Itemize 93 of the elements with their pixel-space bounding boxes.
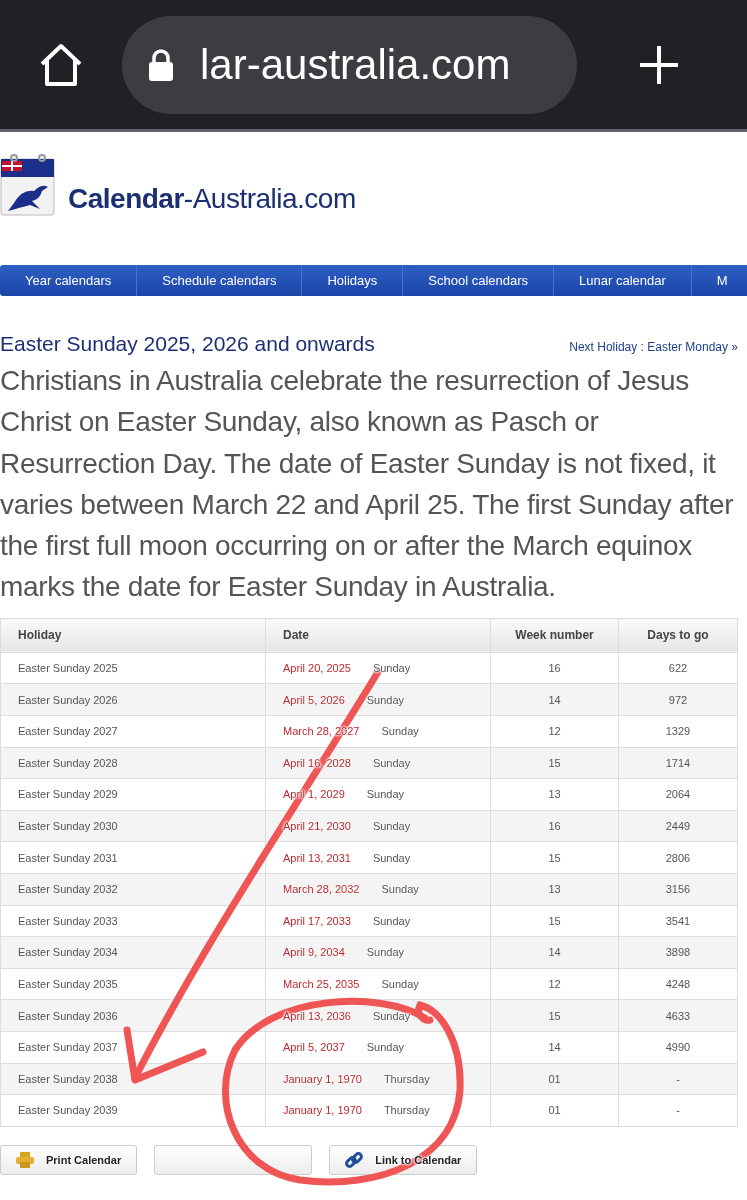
week-number-cell: 14 — [490, 683, 619, 716]
week-number-cell: 14 — [490, 1031, 619, 1063]
holiday-cell: Easter Sunday 2027 — [0, 715, 266, 748]
nav-link[interactable]: School calendars — [403, 265, 555, 296]
week-number-cell: 01 — [490, 1063, 619, 1095]
date-text: April 13, 2031 — [283, 851, 351, 864]
days-to-go-cell: - — [618, 1094, 738, 1127]
weekday-text: Sunday — [366, 788, 405, 801]
days-to-go-cell: 2806 — [618, 841, 738, 874]
lock-icon — [148, 47, 174, 82]
weekday-text: Sunday — [381, 725, 419, 738]
date-text: March 25, 2035 — [283, 978, 360, 990]
weekday-text: Sunday — [366, 1041, 405, 1054]
week-number-cell: 15 — [490, 905, 619, 937]
weekday-text: Sunday — [372, 662, 411, 675]
week-number-cell: 15 — [490, 999, 619, 1032]
date-text: April 5, 2026 — [283, 693, 345, 706]
holiday-cell: Easter Sunday 2026 — [0, 683, 266, 716]
home-icon[interactable] — [38, 41, 84, 88]
holiday-cell: Easter Sunday 2034 — [0, 936, 266, 969]
week-number-cell: 15 — [490, 841, 619, 874]
printer-icon — [16, 1151, 34, 1168]
date-text: March 28, 2032 — [283, 883, 360, 896]
week-number-cell: 16 — [490, 652, 619, 684]
weekday-text: Sunday — [372, 756, 411, 769]
holiday-cell: Easter Sunday 2039 — [0, 1094, 266, 1127]
chain-link-icon — [345, 1150, 364, 1169]
weekday-text: Sunday — [372, 820, 411, 833]
days-to-go-cell: 2064 — [618, 778, 738, 811]
holiday-cell: Easter Sunday 2033 — [0, 905, 266, 937]
column-header: Holiday — [0, 618, 266, 653]
url-text: lar-australia.com — [200, 40, 511, 89]
weekday-text: Sunday — [381, 883, 419, 896]
week-number-cell: 14 — [490, 936, 619, 969]
holiday-cell: Easter Sunday 2028 — [0, 747, 266, 779]
week-number-cell: 16 — [490, 810, 619, 842]
column-header: Week number — [490, 618, 619, 653]
blank-button[interactable] — [154, 1144, 313, 1175]
date-text: April 20, 2025 — [283, 662, 351, 675]
holiday-cell: Easter Sunday 2032 — [0, 873, 266, 906]
weekday-text: Sunday — [381, 978, 419, 990]
holiday-cell: Easter Sunday 2025 — [0, 652, 266, 684]
logo-icon — [0, 153, 56, 217]
nav-link[interactable]: Year calendars — [0, 265, 138, 296]
column-header: Date — [265, 618, 491, 653]
weekday-text: Sunday — [372, 914, 411, 927]
weekday-text: Sunday — [372, 851, 411, 864]
column-header: Days to go — [618, 618, 738, 653]
weekday-text: Thursday — [383, 1072, 430, 1085]
next-holiday-link[interactable]: Next Holiday : Easter Monday » — [569, 340, 738, 354]
holiday-cell: Easter Sunday 2037 — [0, 1031, 266, 1063]
holiday-cell: Easter Sunday 2030 — [0, 810, 266, 842]
holiday-cell: Easter Sunday 2029 — [0, 778, 266, 811]
address-bar[interactable]: lar-australia.com — [122, 15, 577, 114]
date-text: April 17, 2033 — [283, 914, 351, 927]
nav-link[interactable]: Lunar calendar — [554, 265, 692, 296]
days-to-go-cell: 3541 — [618, 905, 738, 937]
print-calendar-button[interactable]: Print Calendar — [0, 1144, 138, 1175]
holiday-cell: Easter Sunday 2035 — [0, 968, 266, 1000]
site-logo-text[interactable]: Calendar-Australia.com — [68, 183, 356, 215]
days-to-go-cell: - — [618, 1063, 738, 1095]
nav-link[interactable]: M — [691, 265, 747, 296]
nav-link[interactable]: Schedule calendars — [137, 265, 303, 296]
days-to-go-cell: 1714 — [618, 747, 738, 779]
week-number-cell: 15 — [490, 747, 619, 779]
days-to-go-cell: 972 — [618, 683, 738, 716]
holiday-cell: Easter Sunday 2031 — [0, 841, 266, 874]
week-number-cell: 12 — [490, 968, 619, 1000]
week-number-cell: 13 — [490, 778, 619, 811]
week-number-cell: 13 — [490, 873, 619, 906]
days-to-go-cell: 4248 — [618, 968, 738, 1000]
days-to-go-cell: 1329 — [618, 715, 738, 748]
date-text: April 13, 2036 — [283, 1009, 351, 1022]
days-to-go-cell: 3156 — [618, 873, 738, 906]
date-text: January 1, 1970 — [283, 1072, 362, 1085]
days-to-go-cell: 4990 — [618, 1031, 738, 1063]
date-text: January 1, 1970 — [283, 1104, 362, 1117]
days-to-go-cell: 2449 — [618, 810, 738, 842]
date-text: April 5, 2037 — [283, 1041, 345, 1054]
weekday-text: Sunday — [366, 693, 405, 706]
weekday-text: Sunday — [372, 1009, 411, 1022]
intro-paragraph: Christians in Australia celebrate the resurrection of Jesus Christ on Easter Sunday, also known as Pasch or Resurrection Day. The date of Easter Sunday is not fixed, it varies between March 22 and April 25. The first Sunday after the first full moon occurring on or after the March equinox marks the date for Easter Sunday in Australia. — [0, 364, 735, 605]
new-tab-icon[interactable] — [638, 43, 680, 86]
days-to-go-cell: 3898 — [618, 936, 738, 969]
days-to-go-cell: 622 — [618, 652, 738, 684]
weekday-text: Thursday — [383, 1104, 430, 1117]
nav-link[interactable]: Holidays — [302, 265, 404, 296]
page-title: Easter Sunday 2025, 2026 and onwards — [0, 332, 375, 356]
days-to-go-cell: 4633 — [618, 999, 738, 1032]
weekday-text: Sunday — [366, 946, 405, 959]
date-text: April 9, 2034 — [283, 946, 345, 959]
week-number-cell: 01 — [490, 1094, 619, 1127]
week-number-cell: 12 — [490, 715, 619, 748]
